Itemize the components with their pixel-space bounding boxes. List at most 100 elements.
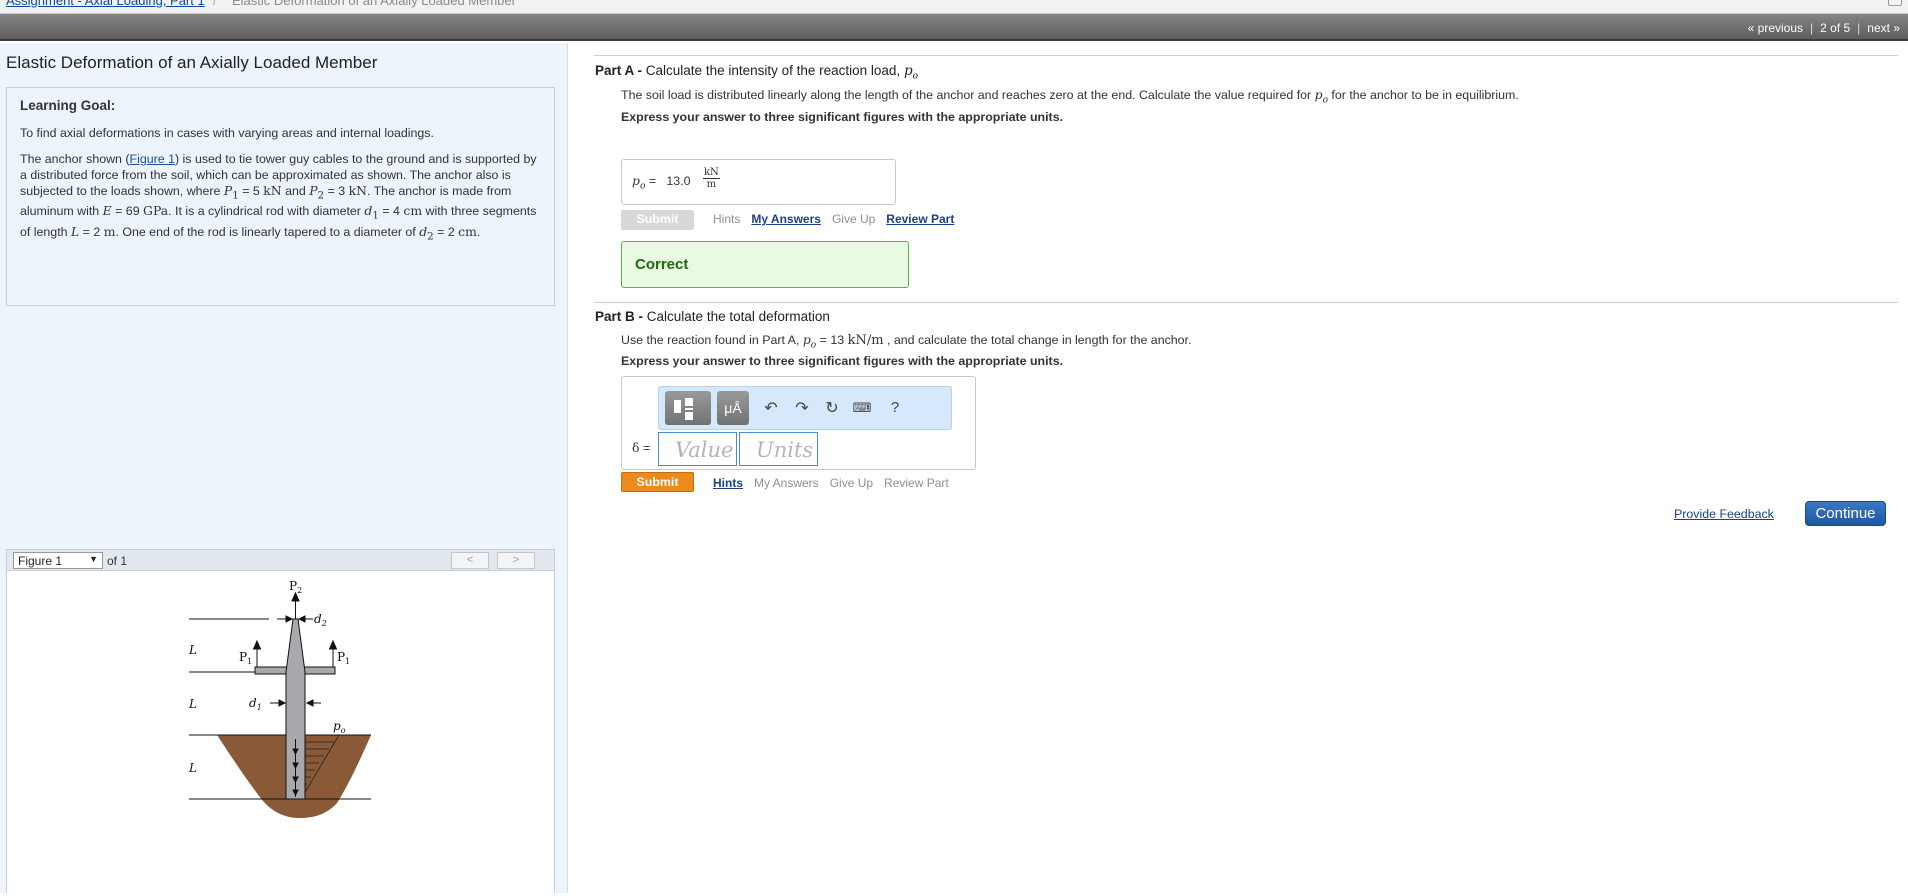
- label-d1: d1: [249, 696, 262, 712]
- learning-goal-box: Learning Goal: To find axial deformation…: [6, 87, 555, 306]
- math-sub: 2: [427, 230, 434, 243]
- answer-lhs: p: [632, 173, 640, 188]
- desc-text: = 4: [378, 204, 404, 219]
- units-button[interactable]: μÅ: [717, 391, 749, 425]
- math-L: L: [70, 223, 80, 239]
- delta-label: δ =: [632, 440, 650, 455]
- unit-text: cm: [458, 223, 477, 239]
- label-L-2: L: [188, 697, 197, 711]
- part-b-text-eq: = 13: [816, 333, 848, 347]
- template-icon-block: [685, 398, 693, 406]
- main-pane: Part A - Calculate the intensity of the …: [568, 43, 1908, 893]
- breadcrumb-link[interactable]: Assignment - Axial Loading, Part 1: [6, 0, 205, 8]
- pager: « previous | 2 of 5 | next »: [1748, 21, 1900, 35]
- part-a-give-up[interactable]: Give Up: [832, 212, 875, 226]
- desc-text: and: [281, 184, 310, 198]
- dropdown-arrow-icon: ▼: [89, 554, 98, 564]
- part-b-heading: Part B - Calculate the total deformation: [595, 309, 830, 324]
- keyboard-icon[interactable]: ⌨: [852, 400, 872, 416]
- d1-arrowhead-left: [278, 699, 287, 707]
- window-corner-icon[interactable]: [1888, 0, 1902, 6]
- math-sub: 1: [372, 209, 379, 222]
- part-a-hints[interactable]: Hints: [713, 212, 740, 226]
- pager-divider: |: [1810, 21, 1814, 35]
- unit-text: m: [103, 223, 116, 239]
- nav-bar: « previous | 2 of 5 | next »: [0, 14, 1908, 41]
- figure-prev-button[interactable]: <: [451, 552, 489, 569]
- part-a-text-pre: The soil load is distributed linearly al…: [621, 88, 1315, 102]
- part-a-text: The soil load is distributed linearly al…: [621, 87, 1519, 105]
- part-b-review-part[interactable]: Review Part: [884, 476, 949, 490]
- unit-text: kN: [348, 183, 367, 198]
- previous-link[interactable]: « previous: [1748, 21, 1803, 35]
- units-input[interactable]: Units: [739, 432, 818, 466]
- problem-pane: Elastic Deformation of an Axially Loaded…: [0, 43, 568, 893]
- breadcrumb-separator: /: [213, 0, 217, 8]
- value-input[interactable]: Value: [658, 432, 737, 466]
- label-d2: d2: [314, 612, 327, 628]
- part-b-text: Use the reaction found in Part A, po = 1…: [621, 332, 1191, 350]
- desc-text: . It is a cylindrical rod with diameter: [168, 204, 365, 219]
- continue-button[interactable]: Continue: [1805, 501, 1886, 526]
- math-P1: P: [223, 183, 233, 198]
- figure-toolbar: Figure 1 ▼ of 1 < >: [6, 549, 555, 571]
- part-b-divider: [594, 302, 1898, 303]
- unit-denominator: m: [706, 179, 717, 190]
- P1-arrowhead-left: [252, 639, 262, 650]
- provide-feedback-link[interactable]: Provide Feedback: [1674, 507, 1774, 521]
- template-icon-block: [674, 400, 681, 413]
- label-P2: P2: [289, 579, 302, 595]
- next-link[interactable]: next »: [1867, 21, 1900, 35]
- reset-icon[interactable]: ↻: [822, 398, 842, 418]
- part-b-title: Calculate the total deformation: [646, 309, 830, 324]
- figure-next-button[interactable]: >: [497, 552, 535, 569]
- part-b-text-pre: Use the reaction found in Part A,: [621, 333, 803, 347]
- part-a-links: Hints My Answers Give Up Review Part: [713, 212, 954, 226]
- d2-arrowhead-right: [297, 615, 306, 623]
- template-icon-block: [685, 412, 693, 420]
- templates-button[interactable]: [665, 391, 711, 425]
- problem-title: Elastic Deformation of an Axially Loaded…: [6, 53, 378, 72]
- unit-text: cm: [403, 203, 423, 219]
- math-P2: P: [309, 183, 318, 198]
- math-p: p: [903, 63, 913, 79]
- figure-count: of 1: [107, 554, 128, 568]
- part-a-my-answers[interactable]: My Answers: [751, 212, 821, 226]
- answer-eq: =: [648, 174, 657, 188]
- part-a-review-part[interactable]: Review Part: [886, 212, 954, 226]
- P1-arrowhead-right: [328, 639, 338, 650]
- part-b-hints[interactable]: Hints: [713, 476, 743, 490]
- part-a-divider: [594, 55, 1898, 56]
- part-b-text-post: , and calculate the total change in leng…: [883, 333, 1192, 347]
- pager-position: 2 of 5: [1820, 21, 1851, 35]
- unit-numerator: kN: [703, 167, 720, 179]
- math-sub: 1: [232, 189, 239, 202]
- part-a-answer-box: po = 13.0 kN m: [621, 159, 896, 205]
- part-b-give-up[interactable]: Give Up: [830, 476, 873, 490]
- unit-text: GPa: [143, 203, 169, 219]
- template-icon-bar: [685, 408, 693, 410]
- help-icon[interactable]: ?: [885, 399, 905, 416]
- desc-text: = 3: [324, 184, 349, 198]
- label-P1-right: P1: [337, 650, 350, 666]
- redo-icon[interactable]: ↷: [792, 398, 812, 418]
- part-a-correct-feedback: Correct: [621, 241, 909, 288]
- desc-text: = 5: [238, 184, 264, 198]
- part-b-my-answers[interactable]: My Answers: [754, 476, 819, 490]
- figure-select[interactable]: Figure 1 ▼: [13, 552, 103, 569]
- part-b-submit-button[interactable]: Submit: [621, 472, 694, 492]
- desc-text: = 2: [433, 224, 459, 239]
- part-b-links: Hints My Answers Give Up Review Part: [713, 476, 949, 490]
- undo-icon[interactable]: ↶: [761, 398, 781, 418]
- figure-link[interactable]: Figure 1: [130, 152, 175, 166]
- answer-unit-fraction: kN m: [703, 167, 720, 190]
- part-a-submit-button[interactable]: Submit: [621, 210, 694, 230]
- anchor-figure: P2 d2 P1 P1 d1 po L L L: [188, 579, 371, 819]
- math-sub: o: [912, 71, 919, 82]
- math-p: p: [802, 332, 811, 347]
- desc-text: .: [476, 224, 481, 239]
- math-d2: d: [419, 223, 428, 239]
- delta-eq: =: [642, 441, 651, 455]
- part-a-title: Calculate the intensity of the reaction …: [645, 63, 904, 78]
- math-toolbar: μÅ ↶ ↷ ↻ ⌨ ?: [658, 386, 952, 430]
